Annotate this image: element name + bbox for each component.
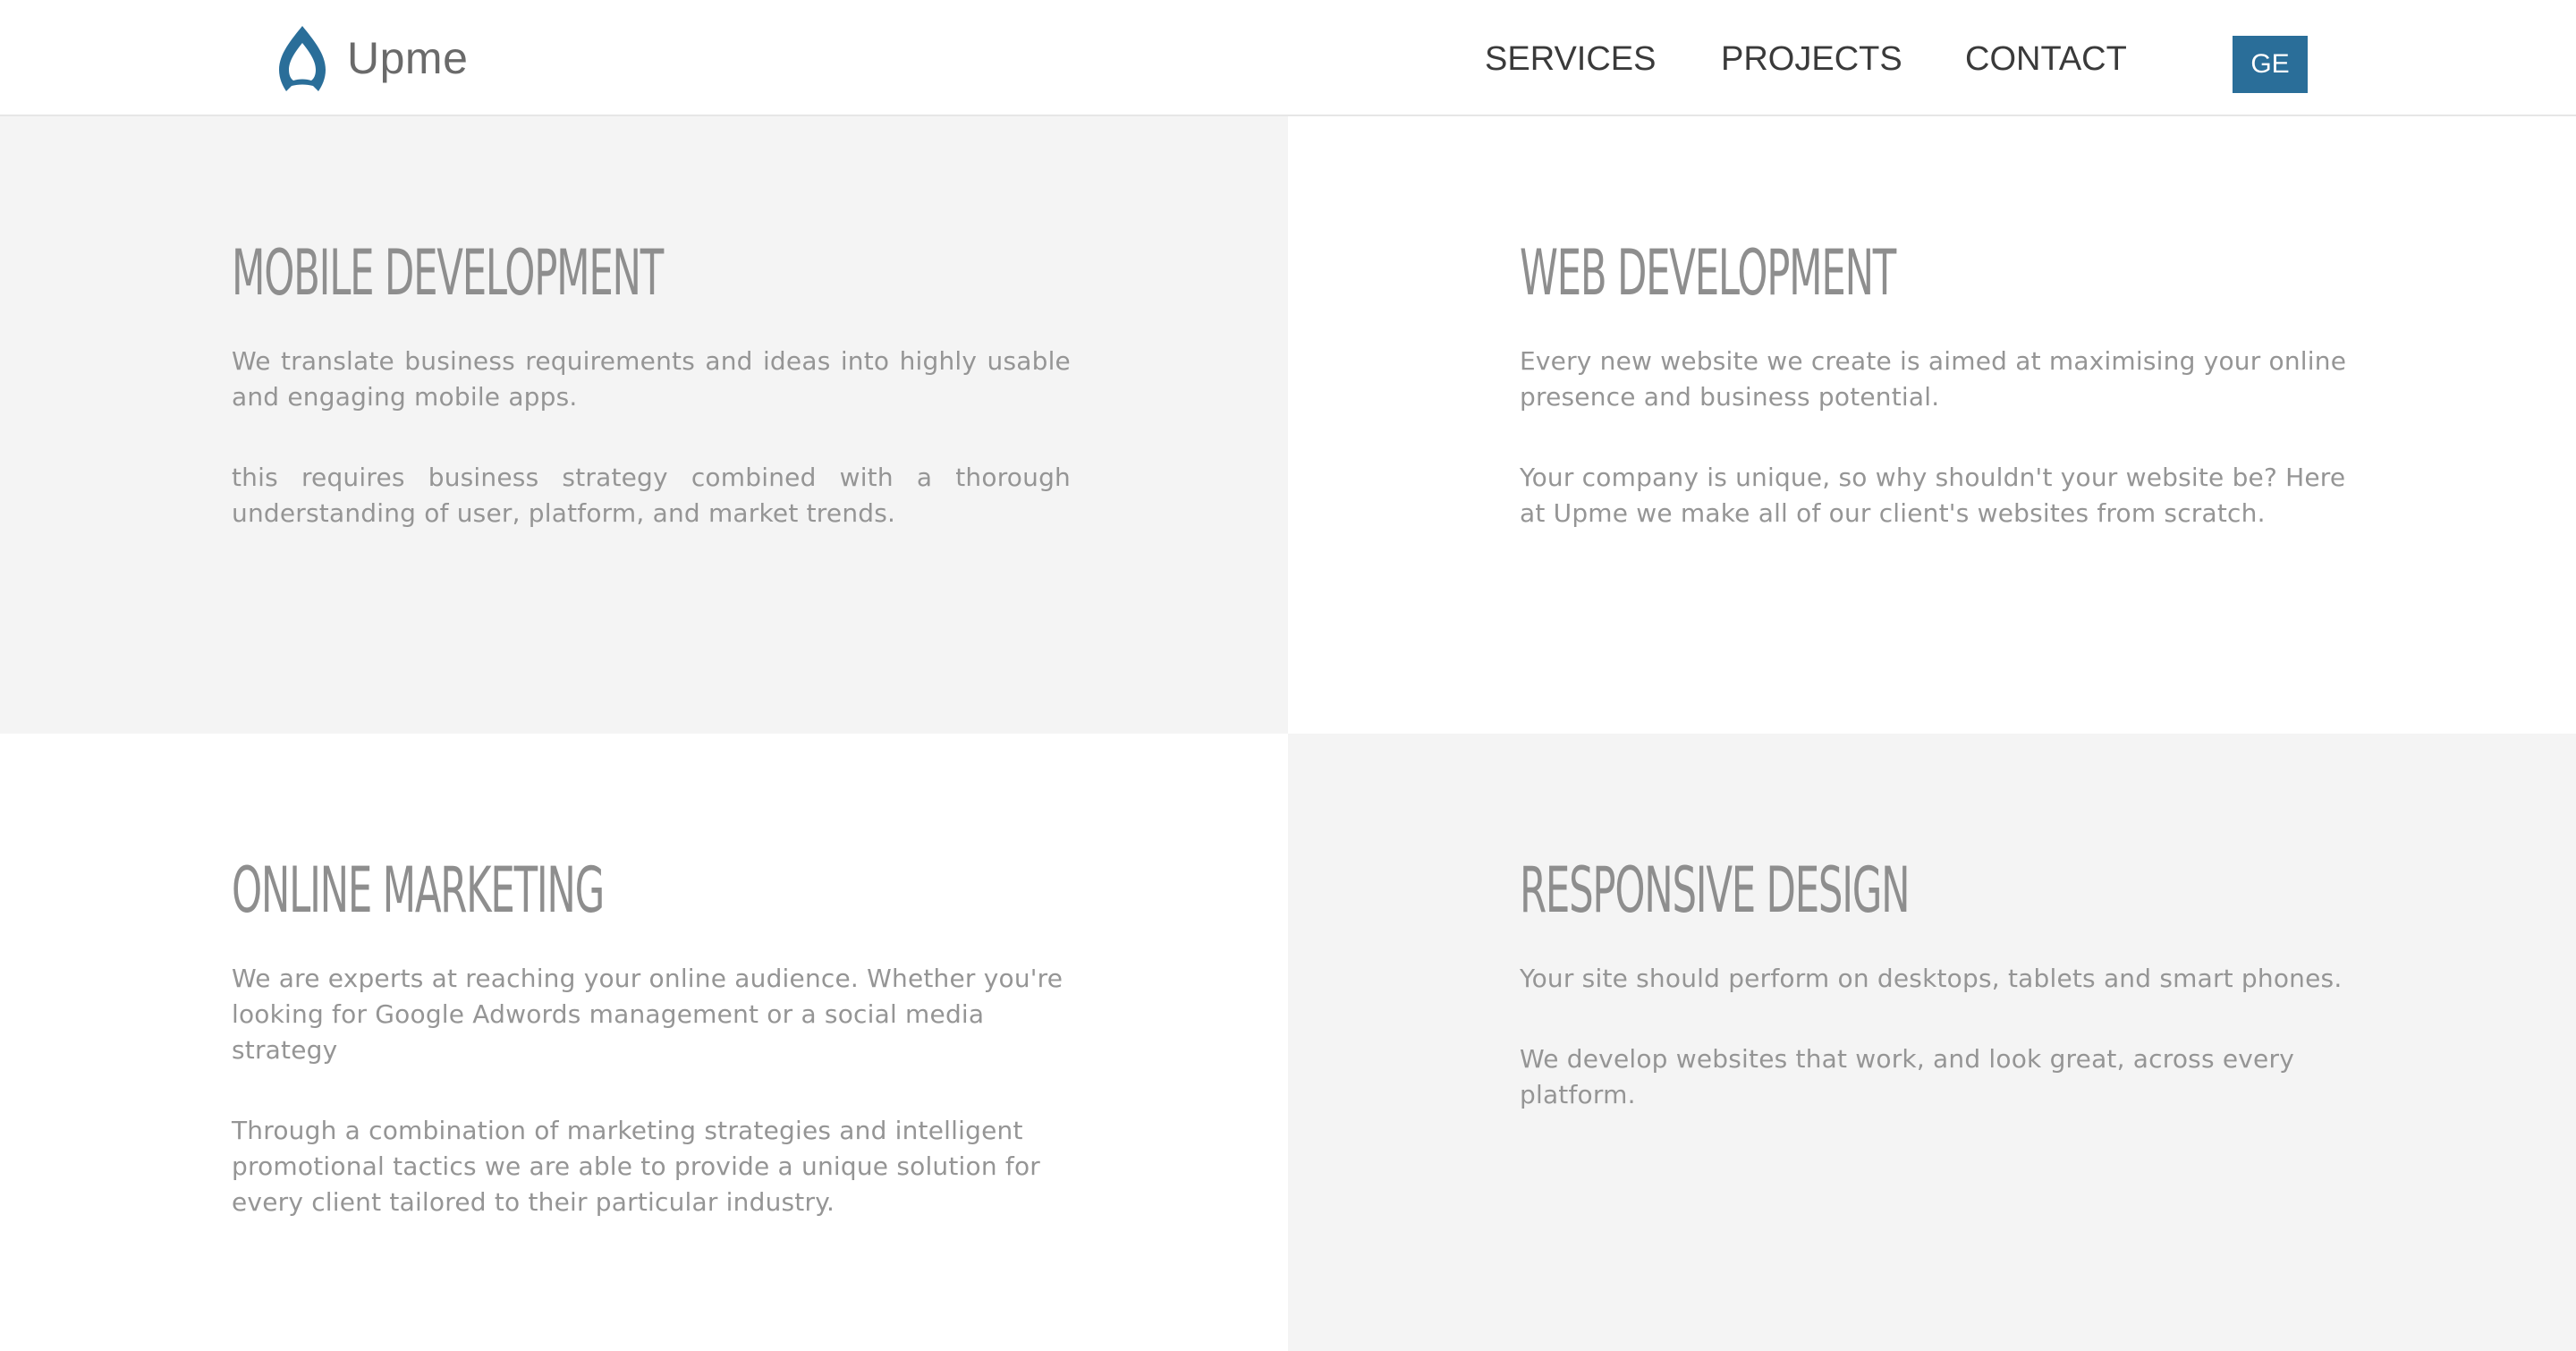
service-description: Every new website we create is aimed at … bbox=[1520, 346, 2347, 412]
service-title: WEB DEVELOPMENT bbox=[1520, 236, 1896, 310]
service-panel-mobile-development: MOBILE DEVELOPMENT We translate business… bbox=[0, 116, 1288, 734]
service-description: Your company is unique, so why shouldn't… bbox=[1520, 463, 2346, 528]
service-description: We are experts at reaching your online a… bbox=[232, 964, 1063, 1065]
site-header: Upme SERVICES PROJECTS CONTACT GE bbox=[0, 0, 2576, 116]
logo-text: Upme bbox=[347, 33, 469, 83]
service-description: We develop websites that work, and look … bbox=[1520, 1044, 2294, 1109]
service-description: We translate business requirements and i… bbox=[232, 346, 1071, 412]
service-panel-online-marketing: ONLINE MARKETING We are experts at reach… bbox=[0, 734, 1288, 1351]
drop-icon bbox=[279, 26, 326, 91]
service-title: MOBILE DEVELOPMENT bbox=[232, 236, 664, 310]
service-description: Your site should perform on desktops, ta… bbox=[1520, 964, 2343, 993]
service-description: Through a combination of marketing strat… bbox=[232, 1116, 1041, 1217]
nav-services[interactable]: SERVICES bbox=[1485, 42, 1656, 76]
nav-projects[interactable]: PROJECTS bbox=[1721, 42, 1902, 76]
services-grid: MOBILE DEVELOPMENT We translate business… bbox=[0, 116, 2576, 1351]
language-switch-button[interactable]: GE bbox=[2233, 36, 2308, 93]
service-description: this requires business strategy combined… bbox=[232, 463, 1071, 528]
service-panel-responsive-design: RESPONSIVE DESIGN Your site should perfo… bbox=[1288, 734, 2576, 1351]
logo-link[interactable]: Upme bbox=[274, 23, 468, 93]
service-title: ONLINE MARKETING bbox=[232, 854, 605, 927]
service-title: RESPONSIVE DESIGN bbox=[1520, 854, 1911, 927]
service-panel-web-development: WEB DEVELOPMENT Every new website we cre… bbox=[1288, 116, 2576, 734]
nav-contact[interactable]: CONTACT bbox=[1965, 42, 2127, 76]
